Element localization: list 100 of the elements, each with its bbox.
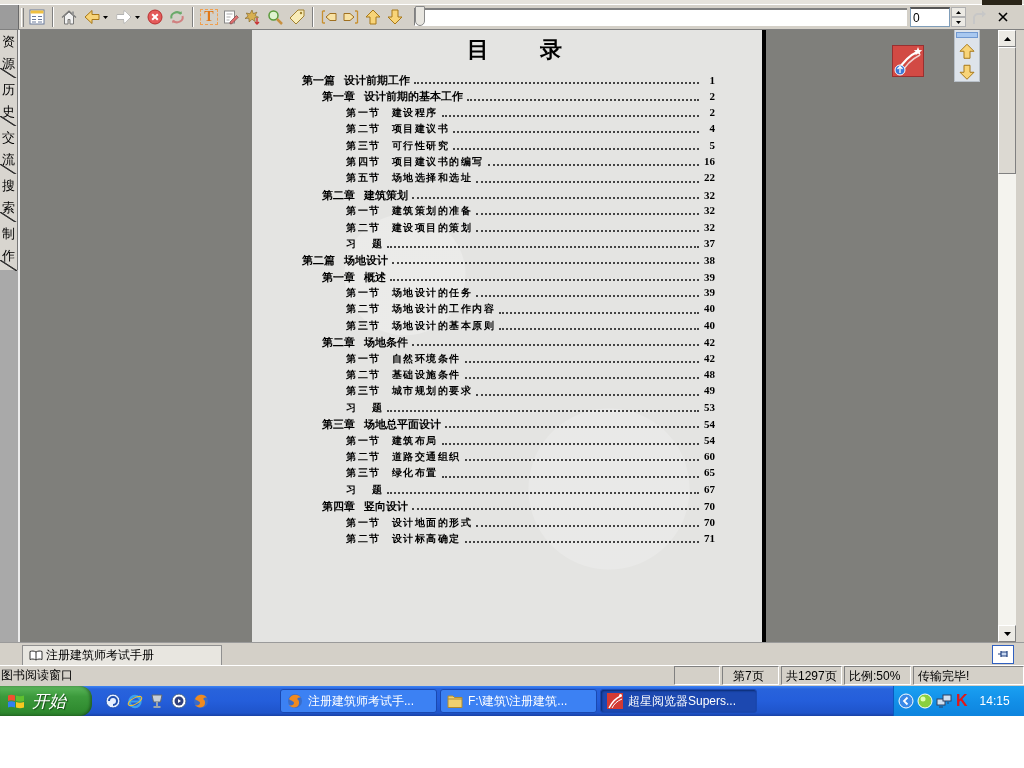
page-number: 32 (703, 204, 715, 217)
panel-corner (0, 5, 19, 29)
sidebar-tab[interactable]: 历史 (0, 78, 18, 126)
toc-number: 第一节 (346, 105, 381, 120)
page-number: 32 (703, 220, 715, 233)
page-number: 53 (703, 400, 715, 413)
status-pane: 共1297页 (781, 666, 842, 685)
flag-icon[interactable] (7, 693, 25, 709)
toc-title: 项目建议书的编写 (391, 154, 484, 169)
page-number: 5 (708, 138, 715, 151)
toc-title: 场地设计 (344, 253, 388, 269)
arrow-up-icon[interactable] (959, 42, 975, 60)
globe-icon[interactable] (287, 693, 303, 709)
page-number: 4 (708, 122, 715, 135)
triangle-up-icon[interactable] (956, 10, 961, 14)
toc-title: 建筑策划 (364, 187, 408, 203)
page-number: 40 (703, 302, 715, 315)
toc-title: 竖向设计 (364, 499, 408, 515)
toc-number: 第三节 (346, 138, 381, 153)
page-number: 2 (708, 90, 715, 103)
page-number: 48 (703, 368, 715, 381)
triangle-down-icon[interactable] (956, 20, 961, 24)
page-number: 32 (703, 188, 715, 201)
toc-title: 习 题 (346, 482, 384, 497)
toc-title: 概述 (364, 269, 386, 285)
scroll-up-button[interactable] (998, 30, 1016, 47)
pin-button[interactable] (992, 644, 1014, 664)
toc-title: 建筑策划的准备 (391, 204, 472, 219)
sidebar-tab[interactable]: 制作 (0, 222, 18, 270)
toc-number: 第三节 (346, 318, 381, 333)
e-ring-icon[interactable] (127, 693, 143, 709)
toc-title: 基础设施条件 (391, 368, 461, 383)
cup-icon[interactable] (149, 693, 165, 709)
page-number: 16 (703, 154, 715, 167)
page-number: 39 (703, 270, 715, 283)
ball-icon[interactable] (917, 693, 933, 709)
triangle-down-icon[interactable] (1003, 631, 1011, 636)
toc-number: 第二节 (346, 531, 381, 546)
page-number: 22 (703, 171, 715, 184)
page-number: 38 (703, 254, 715, 267)
taskbar-button[interactable]: 超星阅览器Supers... (600, 689, 757, 713)
toc-title: 场地设计的基本原则 (391, 318, 495, 333)
toc-number: 第二节 (346, 122, 381, 137)
page-number: 67 (703, 482, 715, 495)
toc-title: 建筑布局 (391, 433, 438, 448)
spin-down-button[interactable] (951, 17, 966, 27)
page-input[interactable]: 0 (910, 7, 950, 27)
page-number: 71 (703, 531, 715, 544)
toc-number: 第二章 (322, 335, 355, 351)
monitors-icon[interactable] (936, 693, 952, 709)
toc-number: 第一章 (322, 269, 355, 285)
shooting-star-icon[interactable] (607, 693, 623, 709)
slider-track[interactable] (414, 8, 907, 26)
status-pane: 传输完毕! (913, 666, 1024, 685)
sidebar-tab[interactable]: 搜索 (0, 174, 18, 222)
toc-number: 第一节 (346, 433, 381, 448)
chevron-left-icon[interactable] (898, 693, 914, 709)
toc-title: 绿化布置 (391, 466, 438, 481)
slider-thumb[interactable] (415, 6, 425, 26)
caret-icon[interactable] (103, 15, 108, 19)
page-number: 42 (703, 351, 715, 364)
book-tab[interactable]: 注册建筑师考试手册 (22, 645, 222, 665)
toc-number: 第一章 (322, 89, 355, 105)
page-number: 60 (703, 450, 715, 462)
toc-title: 场地设计的任务 (391, 286, 472, 301)
toc-number: 第四节 (346, 154, 381, 169)
status-pane: 第7页 (722, 666, 779, 685)
start-button[interactable]: 开始 (0, 686, 92, 716)
triangle-up-icon[interactable] (1003, 36, 1011, 41)
close-icon[interactable] (998, 12, 1008, 22)
toc-title: 道路交通组织 (391, 450, 461, 464)
toc-title: 场地条件 (364, 335, 408, 351)
globe-icon[interactable] (193, 693, 209, 709)
arrow-down-icon[interactable] (959, 64, 975, 81)
toc-number: 第三节 (346, 384, 381, 399)
drag-handle[interactable] (956, 32, 978, 38)
swirl-icon[interactable] (105, 693, 121, 709)
toc-title: 城市规划的要求 (391, 384, 472, 399)
play-disc-icon[interactable] (171, 693, 187, 709)
page-number: 54 (703, 433, 715, 446)
spin-up-button[interactable] (951, 7, 966, 17)
page-number: 40 (703, 318, 715, 331)
sidebar-tab[interactable]: 交流 (0, 126, 18, 174)
folder-icon[interactable] (447, 693, 463, 709)
sidebar-tab[interactable]: 资源 (0, 30, 18, 78)
toc-number: 第二篇 (302, 253, 335, 269)
toc-title: 可行性研究 (391, 138, 449, 153)
toc-number: 第一节 (346, 204, 381, 219)
status-pane: 比例:50% (844, 666, 911, 685)
page-number: 70 (703, 500, 715, 513)
toc-number: 第一节 (346, 515, 381, 530)
toc-number: 第三节 (346, 466, 381, 481)
scrollbar-thumb[interactable] (998, 47, 1016, 174)
pin-icon[interactable] (997, 648, 1009, 660)
page-number: 65 (703, 466, 715, 479)
image-placeholder (982, 0, 1022, 5)
page-number: 1 (708, 74, 715, 86)
taskbar-button[interactable]: 注册建筑师考试手... (280, 689, 437, 713)
taskbar-button[interactable]: F:\建筑\注册建筑... (440, 689, 597, 713)
scroll-down-button[interactable] (998, 625, 1016, 642)
